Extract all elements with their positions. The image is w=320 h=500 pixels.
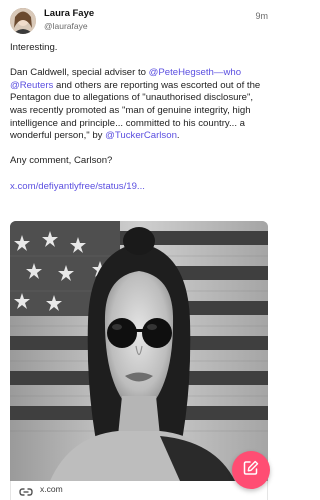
mention-link[interactable]: @Reuters — [10, 80, 53, 91]
post-body: Dan Caldwell, special adviser to @PeteHe… — [10, 67, 268, 143]
post-text: Interesting. Dan Caldwell, special advis… — [10, 42, 268, 206]
compose-button[interactable] — [232, 451, 270, 489]
mention-link[interactable]: @TuckerCarlson — [105, 130, 177, 141]
post-intro: Interesting. — [10, 42, 58, 53]
link-icon — [19, 484, 33, 496]
body-text: . — [176, 130, 180, 142]
mention-link[interactable]: @PeteHegseth—who — [149, 67, 241, 78]
post-timestamp[interactable]: 9m — [255, 11, 268, 21]
author-handle[interactable]: @laurafaye — [44, 21, 88, 31]
link-card[interactable]: x.com — [10, 481, 268, 500]
post: Laura Faye @laurafaye 9m Interesting. Da… — [0, 0, 278, 500]
post-question: Any comment, Carlson? — [10, 155, 113, 167]
link-domain: x.com — [40, 484, 63, 494]
body-text: Dan Caldwell, special adviser to — [10, 67, 149, 79]
compose-icon — [243, 460, 259, 481]
post-header: Laura Faye @laurafaye 9m — [10, 8, 268, 36]
status-link[interactable]: x.com/defiyantlyfree/status/19... — [10, 181, 145, 192]
post-image[interactable] — [10, 221, 268, 481]
author-name[interactable]: Laura Faye — [44, 8, 94, 19]
avatar[interactable] — [10, 8, 36, 34]
